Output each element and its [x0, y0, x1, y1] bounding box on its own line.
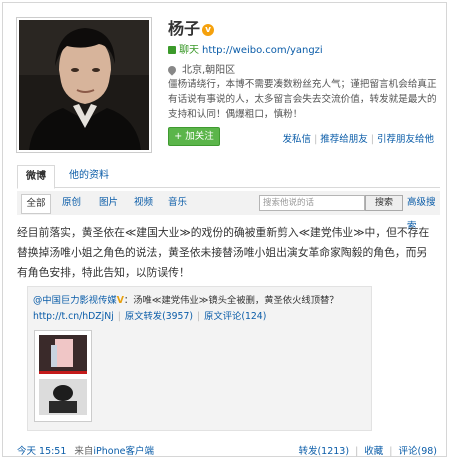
advanced-search-link[interactable]: 高级搜索: [407, 191, 440, 232]
repost-button[interactable]: 转发(1213): [298, 446, 349, 457]
chat-link[interactable]: 聊天: [179, 45, 199, 56]
filter-music[interactable]: 音乐: [168, 191, 187, 215]
repost-body: ：汤唯≪建党伟业≫镜头全被删，黄圣依火线顶替？: [123, 295, 339, 306]
repost-verified-icon: V: [116, 295, 124, 306]
repost-separator: |: [197, 311, 201, 322]
stat-separator: |: [355, 446, 359, 457]
filter-all[interactable]: 全部: [21, 194, 51, 214]
repost-author-link[interactable]: @中国巨力影视传媒: [33, 295, 117, 306]
profile-location: 北京,朝阳区: [166, 61, 236, 76]
filter-video[interactable]: 视频: [134, 191, 153, 215]
post-footer: 今天 15:51 来自iPhone客户端 转发(1213) | 收藏 | 评论(98): [17, 443, 437, 457]
repost-image-thumbnail[interactable]: [34, 330, 92, 422]
filter-original[interactable]: 原创: [62, 191, 81, 215]
profile-tabs: 微博 他的资料: [17, 165, 440, 189]
profile-avatar[interactable]: [16, 17, 152, 153]
location-pin-icon: [166, 64, 178, 76]
post-source-link[interactable]: iPhone客户端: [93, 446, 154, 457]
thumbnail-image: [35, 331, 91, 421]
action-separator: |: [314, 134, 318, 145]
avatar-photo: [19, 20, 149, 150]
profile-bio: 僵杨请绕行，本博不需要凑数粉丝充人气；谨把留言机会给真正有话说有事说的人，太多留…: [168, 79, 437, 120]
profile-name-text: 杨子: [168, 19, 201, 38]
search-button[interactable]: 搜索: [365, 195, 403, 211]
profile-name: 杨子 v: [168, 15, 215, 39]
introduce-friend-link[interactable]: 引荐朋友给他: [377, 134, 434, 145]
tab-profile-info[interactable]: 他的资料: [61, 165, 117, 187]
profile-url-row: 聊天 http://weibo.com/yangzi: [168, 41, 323, 56]
follow-button[interactable]: + 加关注: [168, 127, 220, 146]
post-text: 经目前落实，黄圣依在≪建国大业≫的戏份的确被重新剪入≪建党伟业≫中，但不存在替换…: [17, 226, 430, 279]
weibo-profile-window: 杨子 v 聊天 http://weibo.com/yangzi 北京,朝阳区 僵杨请…: [2, 2, 447, 457]
reposted-card: @中国巨力影视传媒V：汤唯≪建党伟业≫镜头全被删，黄圣依火线顶替？ http://…: [27, 286, 372, 431]
tab-weibo[interactable]: 微博: [17, 165, 55, 189]
stat-separator: |: [389, 446, 393, 457]
favorite-button[interactable]: 收藏: [364, 446, 383, 457]
repost-text: @中国巨力影视传媒V：汤唯≪建党伟业≫镜头全被删，黄圣依火线顶替？ http://…: [33, 293, 365, 325]
repost-short-link[interactable]: http://t.cn/hDZjNj: [33, 311, 114, 322]
location-text: 北京,朝阳区: [182, 65, 236, 76]
feed-search-input[interactable]: 搜索他说的话: [259, 195, 365, 211]
repost-forward-count[interactable]: 原文转发(3957): [125, 311, 193, 322]
filter-images[interactable]: 图片: [99, 191, 118, 215]
recommend-to-friend-link[interactable]: 推荐给朋友: [320, 134, 368, 145]
post-time-link[interactable]: 今天 15:51: [17, 446, 66, 457]
profile-url-link[interactable]: http://weibo.com/yangzi: [202, 45, 323, 56]
post-source-label: 来自: [74, 446, 94, 457]
post-stats: 转发(1213) | 收藏 | 评论(98): [298, 443, 437, 457]
send-message-link[interactable]: 发私信: [283, 134, 312, 145]
profile-actions: 发私信 | 推荐给朋友 | 引荐朋友给他: [283, 131, 434, 145]
verified-icon: v: [202, 23, 215, 36]
repost-comment-count[interactable]: 原文评论(124): [204, 311, 266, 322]
feed-filter-bar: 全部 原创 图片 视频 音乐 搜索他说的话 搜索 高级搜索: [17, 191, 440, 232]
chat-icon: [168, 46, 176, 54]
repost-separator: |: [117, 311, 121, 322]
action-separator: |: [370, 134, 374, 145]
comment-button[interactable]: 评论(98): [398, 446, 437, 457]
